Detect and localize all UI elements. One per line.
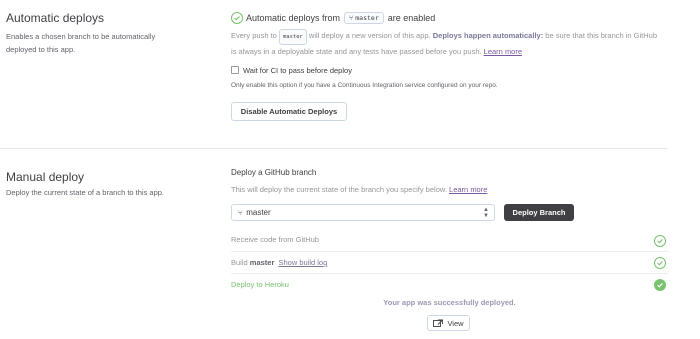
build-branch: master [249,258,275,267]
disable-automatic-deploys-button[interactable]: Disable Automatic Deploys [231,102,347,121]
automatic-deploys-explanation: Every push to master will deploy a new v… [231,29,661,59]
chevron-updown-icon: ▲ ▼ [483,207,489,219]
branch-pill: master [278,29,307,45]
show-build-log-link[interactable]: Show build log [278,258,327,267]
learn-more-link[interactable]: Learn more [449,185,487,194]
check-circle-icon [231,12,243,24]
view-button[interactable]: View [427,315,470,331]
step-receive-code: Receive code from GitHub [231,235,319,244]
manual-deploy-description: Deploy the current state of a branch to … [6,188,165,197]
deploy-branch-button[interactable]: Deploy Branch [504,204,574,221]
deploy-github-branch-heading: Deploy a GitHub branch [231,168,317,177]
check-circle-icon [654,279,666,291]
desc-text: Every push to [231,31,277,40]
branch-name: master [282,34,303,40]
automatic-deploys-title: Automatic deploys [6,11,105,25]
check-circle-icon [654,235,666,247]
automatic-deploys-description: Enables a chosen branch to be automatica… [6,32,156,54]
desc-bold: Deploys happen automatically: [432,31,544,40]
desc-text: This will deploy the current state of th… [231,185,447,194]
selected-branch: master [246,208,271,217]
external-link-icon [433,319,444,327]
branch-select[interactable]: ⑂ master ▲ ▼ [231,204,495,221]
manual-deploy-title: Manual deploy [6,170,85,184]
section-divider [0,148,668,149]
wait-ci-label: Wait for CI to pass before deploy [243,66,352,75]
branch-icon: ⑂ [349,14,354,22]
automatic-deploys-status: Automatic deploys from ⑂ master are enabl… [246,12,435,24]
status-prefix: Automatic deploys from [246,13,341,23]
check-circle-icon [654,257,666,269]
branch-icon: ⑂ [238,208,243,217]
learn-more-link[interactable]: Learn more [484,47,522,56]
wait-ci-note: Only enable this option if you have a Co… [231,82,498,89]
manual-deploy-explanation: This will deploy the current state of th… [231,185,487,194]
wait-ci-checkbox[interactable] [231,66,239,74]
step-divider [231,251,668,252]
branch-name: master [355,14,379,22]
view-label: View [447,318,464,328]
step-divider [231,273,668,274]
desc-text: will deploy a new version of this app. [308,31,431,40]
step-deploy-heroku: Deploy to Heroku [231,280,289,289]
step-build: Build master Show build log [231,258,327,267]
build-label: Build [231,258,248,267]
deploy-success-message: Your app was successfully deployed. [383,298,516,307]
branch-pill: ⑂ master [344,12,384,24]
status-suffix: are enabled [387,13,436,23]
